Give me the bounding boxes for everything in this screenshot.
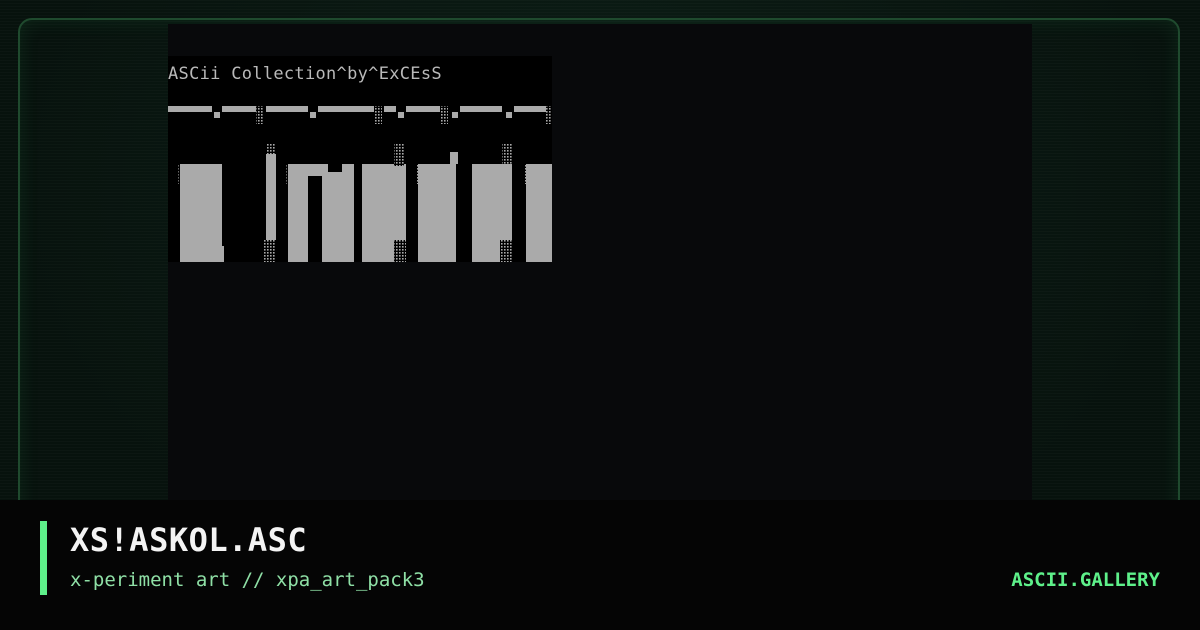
file-title: XS!ASKOL.ASC: [70, 521, 308, 559]
site-brand-link[interactable]: ASCII.GALLERY: [1011, 569, 1160, 591]
art-header-text: ASCii Collection^by^ExCEsS: [168, 64, 442, 84]
pack-subtitle: x-periment art // xpa_art_pack3: [70, 569, 425, 591]
ascii-art-block: [168, 96, 552, 262]
ascii-art-graphic: [168, 106, 552, 262]
art-letters: [178, 144, 552, 262]
ascii-art-viewer: ASCii Collection^by^ExCEsS: [168, 24, 1032, 500]
art-divider-line: [168, 106, 552, 124]
footer-bar: [0, 500, 1200, 630]
title-accent-bar: [40, 521, 47, 595]
